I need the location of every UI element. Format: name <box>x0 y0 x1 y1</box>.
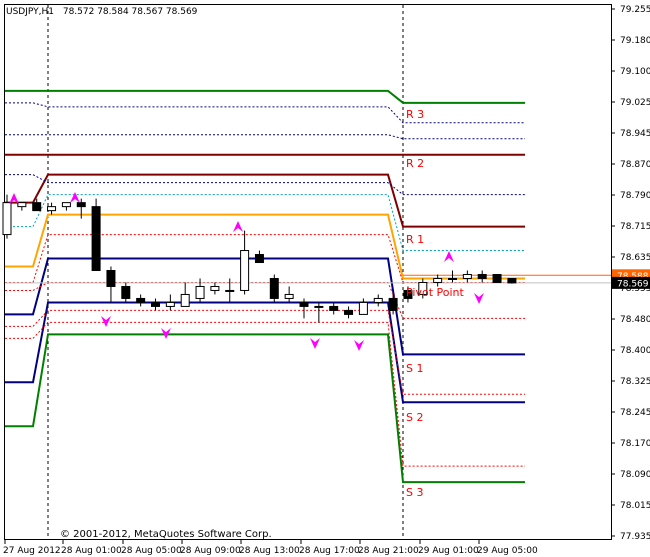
level-label-s1: S 1 <box>406 362 423 375</box>
level-label-s2: S 2 <box>406 411 423 424</box>
y-tick-label: 79.255 <box>620 5 650 15</box>
x-tick-label: 28 Aug 01:00 <box>61 546 122 556</box>
price-tag-label: 78.569 <box>617 279 649 289</box>
level-label-r3: R 3 <box>406 108 424 121</box>
level-label-r1: R 1 <box>406 233 424 246</box>
candle-bull <box>462 273 472 279</box>
candle-bull <box>165 301 175 307</box>
candle-bull <box>284 293 294 299</box>
candle-bull <box>180 293 190 307</box>
y-tick-label: 78.870 <box>620 160 650 170</box>
candle-bull <box>17 202 27 208</box>
candle-bull <box>373 297 383 303</box>
y-tick-label: 79.100 <box>620 67 650 77</box>
y-tick-label: 78.400 <box>620 346 650 356</box>
y-tick-label: 78.715 <box>620 222 650 232</box>
y-tick-label: 79.180 <box>620 36 650 46</box>
y-tick-label: 78.790 <box>620 191 650 201</box>
candle-bear <box>136 297 146 303</box>
level-label-r2: R 2 <box>406 157 424 170</box>
level-label-pivot: Pivot Point <box>406 286 464 299</box>
candle-bear <box>121 285 131 299</box>
y-tick-label: 78.325 <box>620 377 650 387</box>
ohlc-quotes: 78.572 78.584 78.567 78.569 <box>63 7 198 17</box>
candle-bear <box>254 254 264 264</box>
candle-bull <box>47 206 57 212</box>
candle-bear <box>507 277 517 284</box>
x-tick-label: 28 Aug 09:00 <box>180 546 241 556</box>
chart-header: USDJPY,H1 78.572 78.584 78.567 78.569 <box>6 7 198 17</box>
candle-bear <box>299 301 309 307</box>
candle-bear <box>269 277 279 299</box>
candle-bear <box>477 273 487 279</box>
candle-bear <box>329 305 339 311</box>
y-tick-label: 77.935 <box>620 532 650 542</box>
y-tick-label: 78.945 <box>620 129 650 139</box>
candle-bear <box>91 206 101 272</box>
x-tick-label: 29 Aug 01:00 <box>418 546 479 556</box>
candle-bull <box>358 301 368 315</box>
candle-bull <box>195 285 205 299</box>
x-tick-label: 27 Aug 2012 <box>3 546 61 556</box>
y-tick-label: 78.635 <box>620 253 650 263</box>
candle-bull <box>210 285 220 291</box>
candle-bull <box>225 289 235 292</box>
candle-bear <box>388 297 398 311</box>
y-tick-label: 79.025 <box>620 98 650 108</box>
price-tags: 78.58878.569 <box>612 269 650 289</box>
candle-bull <box>2 202 12 236</box>
candle-bear <box>151 301 160 307</box>
y-tick-label: 78.090 <box>620 470 650 480</box>
x-tick-label: 28 Aug 21:00 <box>358 546 419 556</box>
copyright-text: © 2001-2012, MetaQuotes Software Corp. <box>60 529 272 540</box>
x-tick-label: 29 Aug 05:00 <box>477 546 538 556</box>
candle-bear <box>76 202 86 208</box>
y-tick-label: 78.245 <box>620 408 650 418</box>
candle-bear <box>492 273 502 283</box>
y-tick-label: 78.480 <box>620 315 650 325</box>
candle-bull <box>314 305 324 308</box>
candle-bull <box>240 250 250 291</box>
x-tick-label: 28 Aug 13:00 <box>239 546 300 556</box>
y-tick-label: 78.170 <box>620 439 650 449</box>
candle-bull <box>448 277 457 280</box>
chart-frame[interactable]: 79.255 79.180 79.100 79.025 78.945 78.870 78.7… <box>0 0 650 557</box>
level-label-s3: S 3 <box>406 486 423 499</box>
candle-bull <box>61 202 71 208</box>
y-tick-label: 78.015 <box>620 501 650 511</box>
candle-bear <box>32 202 42 212</box>
x-tick-label: 28 Aug 05:00 <box>121 546 182 556</box>
candle-bear <box>106 270 116 287</box>
x-tick-label: 28 Aug 17:00 <box>299 546 360 556</box>
symbol-label: USDJPY,H1 <box>6 7 54 17</box>
candle-bear <box>344 309 354 315</box>
candle-bull <box>433 277 443 283</box>
